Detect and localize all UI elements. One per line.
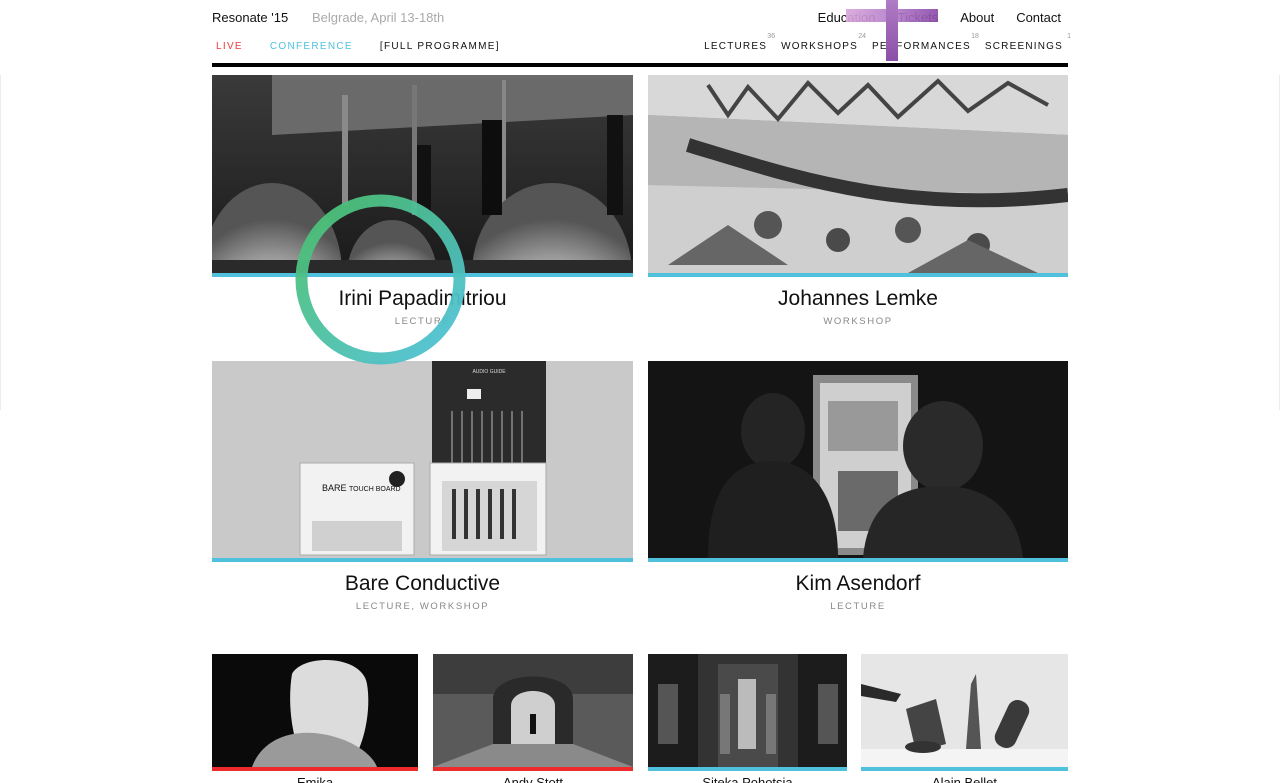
nav-about[interactable]: About bbox=[960, 10, 994, 25]
speaker-card-siteka[interactable]: Siteka Pohotsia bbox=[648, 654, 847, 783]
speaker-name: Bare Conductive bbox=[344, 572, 501, 595]
bare-logo-text: BARE bbox=[322, 483, 347, 493]
category-count: 24 bbox=[858, 33, 867, 40]
site-header: Resonate '15 Belgrade, April 13-18th Edu… bbox=[212, 0, 1071, 68]
speaker-name: Siteka Pohotsia bbox=[702, 775, 793, 783]
program-filter-nav: LIVE CONFERENCE [FULL PROGRAMME] bbox=[216, 41, 527, 52]
speaker-tag: LECTURE bbox=[394, 316, 451, 327]
speaker-name: Kim Asendorf bbox=[795, 572, 921, 595]
left-edge-line bbox=[0, 75, 1, 410]
category-nav: LECTURES 36 WORKSHOPS 24 PERFORMANCES 18 SC… bbox=[704, 33, 1071, 52]
category-count: 36 bbox=[767, 33, 776, 40]
speaker-name: Johannes Lemke bbox=[778, 287, 938, 310]
event-location: Belgrade, April 13-18th bbox=[312, 10, 445, 25]
speaker-tag: WORKSHOP bbox=[823, 316, 893, 327]
speaker-photo bbox=[861, 654, 1068, 767]
card-accent-bar bbox=[648, 558, 1068, 562]
nav-contact[interactable]: Contact bbox=[1016, 10, 1061, 25]
speaker-photo bbox=[648, 361, 1068, 558]
speaker-photo bbox=[433, 654, 633, 767]
audio-guide-text: AUDIO GUIDE bbox=[472, 369, 506, 375]
category-screenings[interactable]: SCREENINGS 1 bbox=[984, 33, 1071, 52]
speaker-name: Irini Papadimitriou bbox=[338, 287, 507, 310]
speaker-photo bbox=[212, 75, 633, 273]
card-accent-bar bbox=[212, 767, 418, 771]
speaker-photo bbox=[648, 75, 1068, 273]
speaker-name: Alain Bellet bbox=[931, 775, 998, 783]
speaker-card-alain-bellet[interactable]: Alain Bellet bbox=[861, 654, 1068, 783]
card-accent-bar bbox=[861, 767, 1068, 771]
speaker-card-johannes-lemke[interactable]: Johannes Lemke WORKSHOP bbox=[648, 75, 1068, 335]
brand-link[interactable]: Resonate '15 bbox=[212, 10, 288, 25]
header-rule bbox=[212, 63, 1068, 67]
speaker-photo bbox=[212, 654, 418, 767]
touch-board-text: TOUCH BOARD bbox=[349, 486, 401, 493]
speaker-name: Andy Stott bbox=[503, 775, 563, 783]
filter-full-programme[interactable]: [FULL PROGRAMME] bbox=[380, 41, 500, 52]
speaker-tag: LECTURE bbox=[830, 601, 886, 612]
category-label: SCREENINGS bbox=[984, 41, 1063, 52]
speaker-photo: AUDIO GUIDE BARE TOUCH BOARD bbox=[212, 361, 633, 558]
card-accent-bar bbox=[212, 273, 633, 277]
category-workshops[interactable]: WORKSHOPS 24 bbox=[781, 33, 866, 52]
speaker-name: Emika bbox=[296, 775, 334, 783]
speaker-card-bare-conductive[interactable]: AUDIO GUIDE BARE TOUCH BOARD Bare Conduc… bbox=[212, 361, 633, 621]
category-label: WORKSHOPS bbox=[781, 41, 859, 52]
category-lectures[interactable]: LECTURES 36 bbox=[704, 33, 775, 52]
plus-decoration-vertical bbox=[886, 0, 898, 61]
speaker-card-andy-stott[interactable]: Andy Stott bbox=[433, 654, 633, 783]
speaker-card-kim-asendorf[interactable]: Kim Asendorf LECTURE bbox=[648, 361, 1068, 621]
category-count: 18 bbox=[971, 33, 979, 40]
speaker-card-emika[interactable]: Emika bbox=[212, 654, 418, 783]
filter-conference[interactable]: CONFERENCE bbox=[270, 41, 353, 52]
speaker-card-irini-papadimitriou[interactable]: Irini Papadimitriou LECTURE bbox=[212, 75, 633, 335]
card-accent-bar bbox=[212, 558, 633, 562]
card-accent-bar bbox=[433, 767, 633, 771]
card-accent-bar bbox=[648, 767, 847, 771]
filter-live[interactable]: LIVE bbox=[216, 41, 243, 52]
category-count: 1 bbox=[1067, 33, 1071, 40]
speaker-photo bbox=[648, 654, 847, 767]
card-accent-bar bbox=[648, 273, 1068, 277]
speaker-tag: LECTURE, WORKSHOP bbox=[355, 601, 490, 612]
category-label: LECTURES bbox=[704, 41, 768, 52]
